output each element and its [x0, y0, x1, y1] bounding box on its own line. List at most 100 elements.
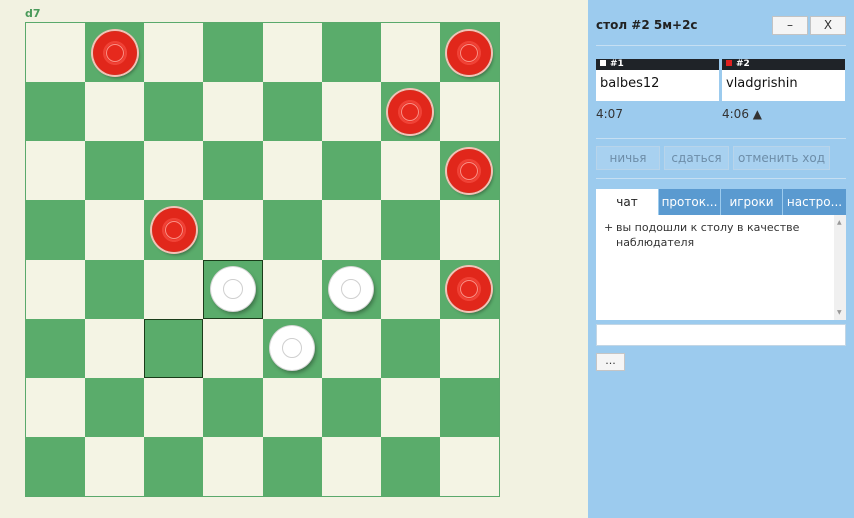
divider: [596, 178, 846, 179]
red-checker-piece[interactable]: [447, 148, 492, 193]
resign-button[interactable]: сдаться: [664, 146, 729, 170]
player-1-header: #1: [596, 59, 719, 70]
board-square[interactable]: [203, 141, 263, 201]
board-square[interactable]: [203, 23, 263, 83]
offer-draw-button[interactable]: ничья: [596, 146, 660, 170]
board-square[interactable]: [144, 141, 204, 201]
scroll-up-icon[interactable]: ▲: [837, 219, 842, 226]
board-square[interactable]: [144, 82, 204, 142]
board-square[interactable]: [85, 259, 145, 319]
board-square[interactable]: [380, 318, 440, 378]
board-square[interactable]: [144, 377, 204, 437]
board-square[interactable]: [262, 82, 322, 142]
board-square[interactable]: [144, 259, 204, 319]
board-square[interactable]: [439, 82, 499, 142]
close-button[interactable]: X: [810, 16, 846, 35]
board-square[interactable]: [203, 377, 263, 437]
board-square[interactable]: [439, 377, 499, 437]
chat-message-text: вы подошли к столу в качестве наблюдател…: [616, 221, 800, 249]
checkers-board[interactable]: [25, 22, 500, 497]
chat-input[interactable]: [596, 324, 846, 346]
board-square[interactable]: [321, 141, 381, 201]
board-square[interactable]: [85, 436, 145, 496]
red-checker-piece[interactable]: [388, 89, 433, 134]
white-checker-piece[interactable]: [270, 326, 315, 371]
board-square[interactable]: [203, 200, 263, 260]
board-square[interactable]: [262, 436, 322, 496]
board-square[interactable]: [439, 436, 499, 496]
board-square[interactable]: [203, 436, 263, 496]
tab-chat[interactable]: чат: [596, 189, 658, 215]
minimize-button[interactable]: –: [772, 16, 808, 35]
board-square[interactable]: [144, 436, 204, 496]
board-square[interactable]: [262, 259, 322, 319]
board-square[interactable]: [144, 23, 204, 83]
board-square[interactable]: [321, 318, 381, 378]
tab-players[interactable]: игроки: [721, 189, 782, 215]
board-square[interactable]: [262, 200, 322, 260]
board-square[interactable]: [321, 377, 381, 437]
board-square[interactable]: [380, 259, 440, 319]
player-2-color-icon: [726, 60, 732, 66]
board-square[interactable]: [262, 23, 322, 83]
board-square[interactable]: [203, 82, 263, 142]
more-button[interactable]: ...: [596, 353, 625, 371]
white-checker-piece[interactable]: [329, 267, 374, 312]
board-square[interactable]: [85, 377, 145, 437]
board-square[interactable]: [439, 318, 499, 378]
player-2-name: vladgrishin: [726, 76, 798, 91]
board-square[interactable]: [321, 200, 381, 260]
board-square[interactable]: [26, 318, 86, 378]
divider: [596, 138, 846, 139]
board-square[interactable]: [85, 141, 145, 201]
player-1-label: #1: [610, 59, 624, 69]
panel-tabs: чат проток... игроки настро...: [596, 189, 846, 215]
board-square[interactable]: [203, 318, 263, 378]
board-square[interactable]: [380, 23, 440, 83]
board-square[interactable]: [144, 318, 204, 378]
player-1-clock: 4:07: [596, 107, 623, 121]
player-2-clock: 4:06 ▲: [722, 107, 762, 121]
board-square[interactable]: [380, 377, 440, 437]
table-title: стол #2 5м+2с: [596, 18, 698, 32]
side-panel: стол #2 5м+2с – X #1 balbes12 #2 vladgri…: [588, 0, 854, 518]
board-square[interactable]: [26, 23, 86, 83]
chat-message: + вы подошли к столу в качестве наблюдат…: [604, 220, 824, 250]
board-square[interactable]: [321, 23, 381, 83]
player-card-2: #2 vladgrishin: [722, 59, 845, 101]
board-square[interactable]: [439, 200, 499, 260]
board-square[interactable]: [26, 141, 86, 201]
chat-log: + вы подошли к столу в качестве наблюдат…: [596, 215, 846, 320]
board-square[interactable]: [26, 259, 86, 319]
board-area: d7: [0, 0, 588, 518]
board-square[interactable]: [85, 200, 145, 260]
player-2-label: #2: [736, 59, 750, 69]
board-square[interactable]: [380, 200, 440, 260]
divider: [596, 45, 846, 46]
board-square[interactable]: [26, 200, 86, 260]
board-square[interactable]: [26, 436, 86, 496]
scroll-down-icon[interactable]: ▼: [837, 309, 842, 316]
board-square[interactable]: [380, 141, 440, 201]
red-checker-piece[interactable]: [92, 30, 137, 75]
board-square[interactable]: [262, 141, 322, 201]
takeback-button[interactable]: отменить ход: [733, 146, 830, 170]
red-checker-piece[interactable]: [151, 207, 196, 252]
red-checker-piece[interactable]: [447, 30, 492, 75]
board-square[interactable]: [85, 318, 145, 378]
tab-settings[interactable]: настро...: [783, 189, 846, 215]
player-2-header: #2: [722, 59, 845, 70]
player-1-name: balbes12: [600, 76, 660, 91]
tab-log[interactable]: проток...: [659, 189, 720, 215]
board-square[interactable]: [85, 82, 145, 142]
board-square[interactable]: [321, 436, 381, 496]
board-square[interactable]: [321, 82, 381, 142]
player-1-color-icon: [600, 60, 606, 66]
board-square[interactable]: [262, 377, 322, 437]
white-checker-piece[interactable]: [210, 267, 255, 312]
board-square[interactable]: [26, 377, 86, 437]
last-move-label: d7: [25, 7, 41, 20]
board-square[interactable]: [26, 82, 86, 142]
board-square[interactable]: [380, 436, 440, 496]
chat-scrollbar[interactable]: ▲ ▼: [834, 215, 846, 320]
